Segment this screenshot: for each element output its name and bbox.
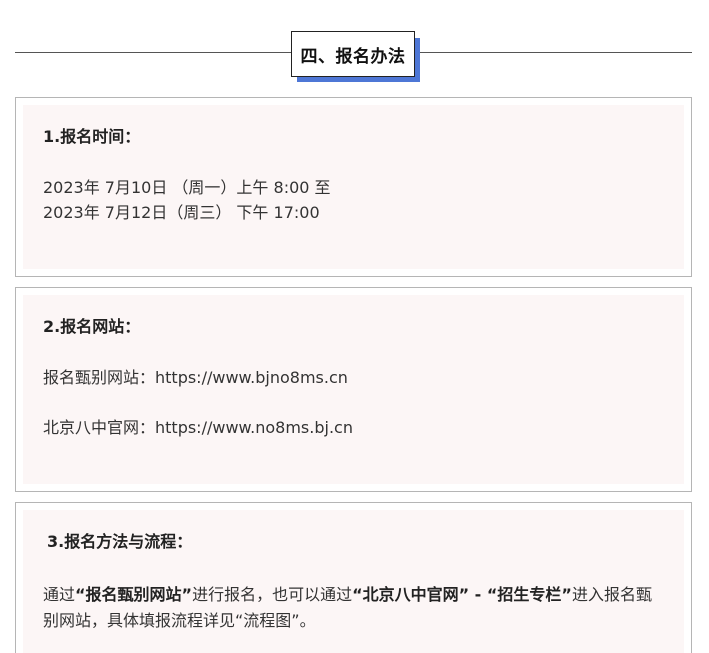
- registration-end-time: 2023年 7月12日（周三） 下午 17:00: [43, 203, 320, 222]
- registration-website-card: 2.报名网站： 报名甄别网站：https://www.bjno8ms.cn 北京…: [15, 287, 692, 492]
- para-bold-screening-site: “报名甄别网站”: [75, 585, 193, 604]
- page: 四、报名办法 1.报名时间： 2023年 7月10日 （周一）上午 8:00 至…: [0, 0, 709, 653]
- registration-start-time: 2023年 7月10日 （周一）上午 8:00 至: [43, 178, 331, 197]
- registration-method-paragraph: 通过“报名甄别网站”进行报名，也可以通过“北京八中官网” - “招生专栏”进入报…: [43, 582, 664, 634]
- header-title-box: 四、报名办法: [291, 31, 415, 77]
- official-website-line: 北京八中官网：https://www.no8ms.bj.cn: [43, 418, 353, 437]
- card-inner: 2.报名网站： 报名甄别网站：https://www.bjno8ms.cn 北京…: [23, 295, 684, 484]
- screening-website-line: 报名甄别网站：https://www.bjno8ms.cn: [43, 368, 348, 387]
- section-title: 四、报名办法: [300, 46, 406, 67]
- card-inner: 3.报名方法与流程： 通过“报名甄别网站”进行报名，也可以通过“北京八中官网” …: [23, 510, 684, 653]
- registration-time-heading: 1.报名时间：: [43, 127, 141, 146]
- registration-method-card: 3.报名方法与流程： 通过“报名甄别网站”进行报名，也可以通过“北京八中官网” …: [15, 502, 692, 653]
- para-text-1: 通过: [43, 585, 76, 604]
- registration-method-heading: 3.报名方法与流程：: [47, 532, 193, 551]
- card-inner: 1.报名时间： 2023年 7月10日 （周一）上午 8:00 至 2023年 …: [23, 105, 684, 269]
- para-bold-official-site: “北京八中官网” - “招生专栏”: [352, 585, 572, 604]
- registration-website-heading: 2.报名网站：: [43, 317, 141, 336]
- section-header: 四、报名办法: [0, 0, 709, 90]
- registration-time-card: 1.报名时间： 2023年 7月10日 （周一）上午 8:00 至 2023年 …: [15, 97, 692, 277]
- para-text-2: 进行报名，也可以通过: [192, 585, 353, 604]
